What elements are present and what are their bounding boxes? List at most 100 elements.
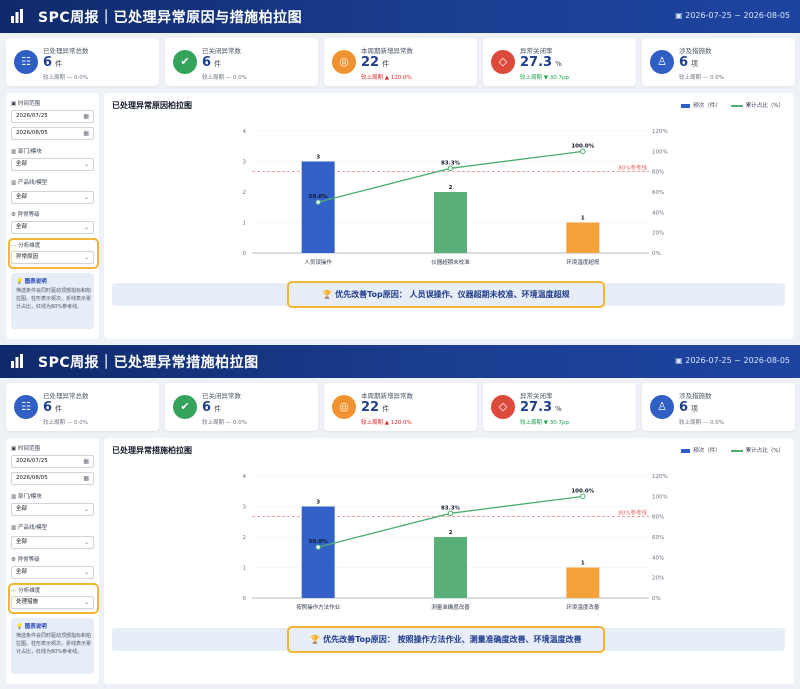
bar xyxy=(301,506,335,598)
check-icon: ✔ xyxy=(173,50,197,74)
chevron-down-icon[interactable]: ⌄ xyxy=(84,597,89,608)
kpi-value: 6件 xyxy=(43,55,63,70)
kpi-card: ✔ 已关闭异常数 6 件较上周期 — 0.0% xyxy=(165,38,318,86)
kpi-compare: 较上周期 — 0.0% xyxy=(202,420,247,426)
chart-card: 已处理异常措施柏拉图 频次（件） 累计占比（%） 0 1 2 3 4 0% 20% 40% 60%… xyxy=(104,438,794,684)
top-cause-text: 🏆 优先改善Top原因： 人员误操作、仪器超期未校准、环境温度超规 xyxy=(287,281,605,308)
kpi-value: 6项 xyxy=(679,55,699,70)
cumulative-point xyxy=(447,510,454,517)
x-tick-label: 仪器超期未校准 xyxy=(431,258,470,266)
date-range: ▣ 2026-07-25 ~ 2026-08-05 xyxy=(675,356,790,365)
pareto-chart: 012340%20%40%60%80%100%120%80%参考线3按照操作方法… xyxy=(243,474,668,611)
kpi-compare: 较上周期 — 0.0% xyxy=(679,420,724,426)
chart-note: 💡 图表说明 筛选条件会同时驱动顶部指标和柏拉图。柱形表示频次，折线表示累计占比… xyxy=(11,618,94,674)
date-to-input[interactable]: 2026/08/05 ▦ xyxy=(11,127,94,140)
kpi-value: 6项 xyxy=(679,400,699,415)
calendar-icon[interactable]: ▦ xyxy=(83,473,89,484)
top-header: SPC周报｜已处理异常原因与措施柏拉图 ▣ 2026-07-25 ~ 2026-… xyxy=(0,0,800,33)
check-icon: ✔ xyxy=(173,395,197,419)
kpi-value: 22 件 xyxy=(361,55,390,70)
y2-tick-label: 120% xyxy=(652,474,668,480)
reference-line-label: 80%参考线 xyxy=(618,509,647,517)
flask-icon: ♙ xyxy=(650,395,674,419)
time-range-label: ▣ 时间范围 xyxy=(11,446,40,452)
filter-sidebar: ▣ 时间范围 2026/07/25 ▦ 2026/08/05 ▦ ▥ 部门/模块 全… xyxy=(6,93,99,339)
calendar-icon[interactable]: ▦ xyxy=(83,111,89,122)
chevron-down-icon[interactable]: ⌄ xyxy=(84,252,89,263)
dept-select[interactable]: 全部 ⌄ xyxy=(11,503,94,516)
kpi-label: 异常关闭率 xyxy=(520,392,553,400)
cumulative-label: 83.3% xyxy=(441,160,461,166)
level-label: ⚙ 异常等级 xyxy=(11,212,40,218)
diamond-warning-icon: ◇ xyxy=(491,395,515,419)
kpi-compare: 较上周期 ▲ 120.0% xyxy=(361,420,412,426)
chevron-down-icon[interactable]: ⌄ xyxy=(84,537,89,548)
kpi-card: ♙ 涉及措施数 6 项较上周期 — 0.0% xyxy=(642,38,795,86)
kpi-label: 涉及措施数 xyxy=(679,47,712,55)
kpi-value: 27.3% xyxy=(520,55,562,70)
kpi-card: ♙ 涉及措施数 6 项较上周期 — 0.0% xyxy=(642,383,795,431)
y-tick-label: 2 xyxy=(243,535,247,541)
panel-cause: SPC周报｜已处理异常原因与措施柏拉图 ▣ 2026-07-25 ~ 2026-… xyxy=(0,0,800,344)
bar xyxy=(566,567,600,598)
x-tick-label: 环境温度超规 xyxy=(566,258,600,266)
y2-tick-label: 40% xyxy=(652,210,664,216)
bar xyxy=(434,537,467,598)
list-icon: ☷ xyxy=(14,50,38,74)
product-line-select[interactable]: 全部 ⌄ xyxy=(11,536,94,549)
top-cause-banner: 🏆 优先改善Top原因： 人员误操作、仪器超期未校准、环境温度超规 xyxy=(112,281,785,308)
product-line-label: ▥ 产品线/模型 xyxy=(11,180,48,186)
list-icon: ☷ xyxy=(14,395,38,419)
product-line-select[interactable]: 全部 ⌄ xyxy=(11,191,94,204)
kpi-row: ☷ 已处理异常总数 6 件较上周期 — 0.0% ✔ 已关闭异常数 6 件较上周期 — 0.… xyxy=(6,38,795,86)
kpi-card: ✔ 已关闭异常数 6 件较上周期 — 0.0% xyxy=(165,383,318,431)
chevron-down-icon[interactable]: ⌄ xyxy=(84,192,89,203)
y-tick-label: 4 xyxy=(243,474,247,480)
chevron-down-icon[interactable]: ⌄ xyxy=(84,222,89,233)
x-tick-label: 人员误操作 xyxy=(304,258,332,266)
target-icon: ◎ xyxy=(332,50,356,74)
y2-tick-label: 0% xyxy=(652,251,661,257)
cumulative-point xyxy=(447,165,454,172)
bar-value-label: 2 xyxy=(449,185,453,191)
level-select[interactable]: 全部 ⌄ xyxy=(11,566,94,579)
cumulative-label: 100.0% xyxy=(571,488,594,494)
cumulative-point xyxy=(315,199,321,205)
cumulative-point xyxy=(580,493,586,500)
chart-card: 已处理异常原因柏拉图 频次（件） 累计占比（%） 0 1 2 3 4 0% 20% 40% 60%… xyxy=(104,93,794,339)
dimension-select[interactable]: 异常原因 ⌄ xyxy=(11,251,94,264)
kpi-compare: 较上周期 ▼ 30.7pp xyxy=(520,420,569,426)
y-tick-label: 0 xyxy=(243,596,247,602)
bar-value-label: 1 xyxy=(581,216,585,222)
y2-tick-label: 60% xyxy=(652,535,664,541)
date-from-input[interactable]: 2026/07/25 ▦ xyxy=(11,455,94,468)
x-tick-label: 环境温度改善 xyxy=(566,603,600,611)
kpi-label: 异常关闭率 xyxy=(520,47,553,55)
cumulative-label: 50.0% xyxy=(309,539,329,545)
top-cause-text: 🏆 优先改善Top原因： 按照操作方法作业、测量准确度改善、环境温度改善 xyxy=(287,626,605,653)
kpi-compare: 较上周期 ▲ 120.0% xyxy=(361,75,412,81)
y2-tick-label: 120% xyxy=(652,129,668,135)
level-select[interactable]: 全部 ⌄ xyxy=(11,221,94,234)
kpi-value: 6件 xyxy=(202,55,222,70)
y-tick-label: 2 xyxy=(243,190,247,196)
calendar-icon[interactable]: ▦ xyxy=(83,456,89,467)
calendar-icon[interactable]: ▦ xyxy=(83,128,89,139)
x-tick-label: 测量准确度改善 xyxy=(431,603,470,611)
bar-chart-icon xyxy=(11,9,23,23)
date-to-input[interactable]: 2026/08/05 ▦ xyxy=(11,472,94,485)
pareto-chart: 012340%20%40%60%80%100%120%80%参考线3人员误操作2… xyxy=(243,129,668,266)
y-tick-label: 3 xyxy=(243,160,247,166)
kpi-compare: 较上周期 — 0.0% xyxy=(679,75,724,81)
note-title: 💡 图表说明 xyxy=(16,279,47,285)
chevron-down-icon[interactable]: ⌄ xyxy=(84,159,89,170)
kpi-card: ◇ 异常关闭率 27.3% 较上周期 ▼ 30.7pp xyxy=(483,383,636,431)
chevron-down-icon[interactable]: ⌄ xyxy=(84,504,89,515)
y2-tick-label: 80% xyxy=(652,515,664,521)
cumulative-point xyxy=(315,544,321,550)
dept-select[interactable]: 全部 ⌄ xyxy=(11,158,94,171)
y-tick-label: 1 xyxy=(243,566,247,572)
dimension-select[interactable]: 处理措施 ⌄ xyxy=(11,596,94,609)
date-from-input[interactable]: 2026/07/25 ▦ xyxy=(11,110,94,123)
chevron-down-icon[interactable]: ⌄ xyxy=(84,567,89,578)
